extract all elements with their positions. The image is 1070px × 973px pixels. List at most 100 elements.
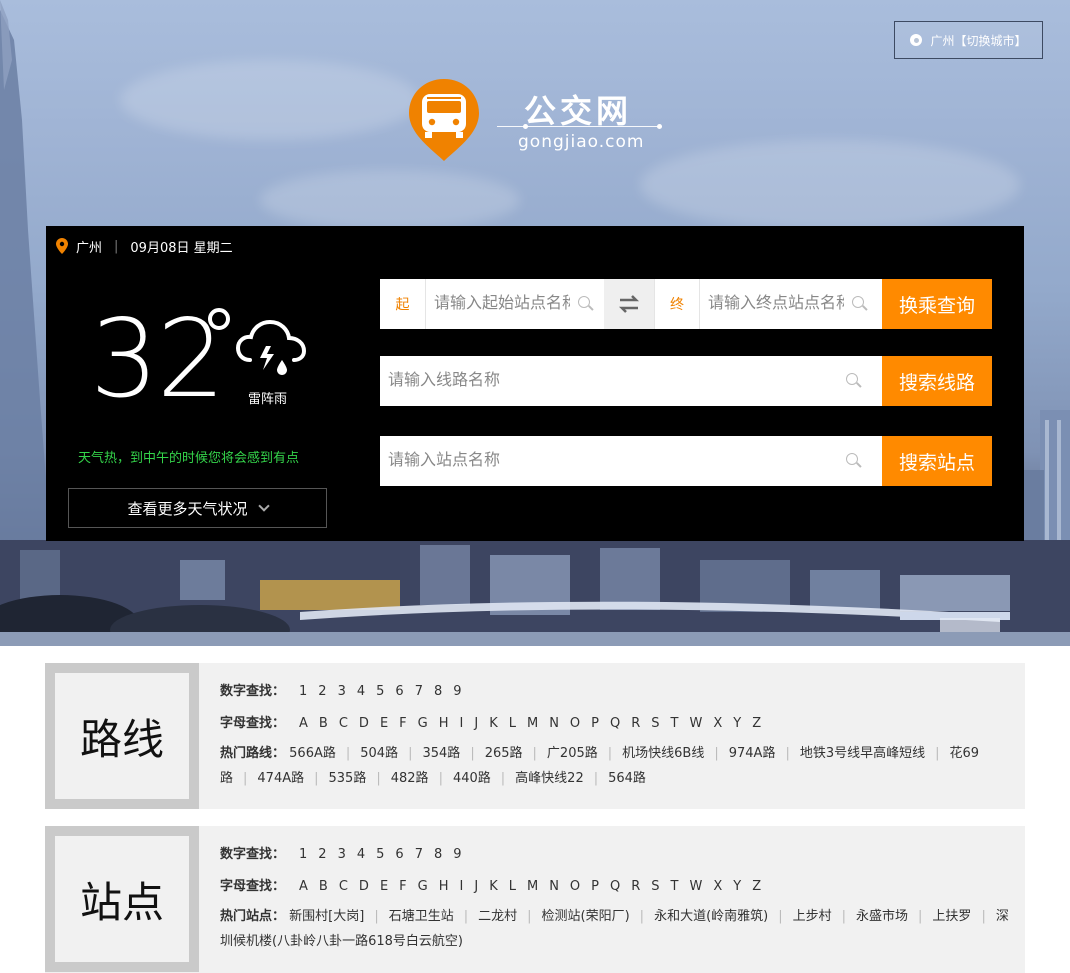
digit-link[interactable]: 2: [318, 684, 326, 699]
letter-link[interactable]: M: [527, 879, 538, 894]
current-date: 09月08日 星期二: [130, 240, 233, 256]
hot-route-link[interactable]: 265路: [485, 746, 523, 761]
digit-link[interactable]: 4: [357, 847, 365, 862]
digit-link[interactable]: 5: [376, 684, 384, 699]
digit-link[interactable]: 2: [318, 847, 326, 862]
letter-link[interactable]: Q: [610, 716, 620, 731]
digit-link[interactable]: 7: [415, 684, 423, 699]
letter-link[interactable]: E: [380, 879, 388, 894]
hot-stop-link[interactable]: 检测站(荣阳厂): [542, 909, 630, 924]
digit-link[interactable]: 3: [338, 684, 346, 699]
hot-stop-link[interactable]: 石塘卫生站: [389, 909, 454, 924]
hot-stop-link[interactable]: 新围村[大岗]: [289, 909, 364, 924]
letter-link[interactable]: K: [489, 879, 498, 894]
letter-link[interactable]: L: [509, 716, 516, 731]
digit-link[interactable]: 8: [434, 847, 442, 862]
letter-link[interactable]: Y: [733, 716, 741, 731]
digit-link[interactable]: 8: [434, 684, 442, 699]
letter-link[interactable]: G: [418, 879, 428, 894]
letter-link[interactable]: J: [474, 879, 478, 894]
digit-link[interactable]: 4: [357, 684, 365, 699]
hot-route-link[interactable]: 474A路: [257, 771, 304, 786]
hot-route-link[interactable]: 广205路: [547, 746, 598, 761]
transfer-search-button[interactable]: 换乘查询: [882, 279, 992, 329]
hot-stop-link[interactable]: 上步村: [793, 909, 832, 924]
letter-link[interactable]: C: [339, 716, 348, 731]
hot-route-link[interactable]: 354路: [422, 746, 460, 761]
letter-link[interactable]: E: [380, 716, 388, 731]
swap-arrows-icon: [618, 295, 640, 313]
letter-link[interactable]: I: [460, 716, 464, 731]
letter-link[interactable]: T: [671, 716, 679, 731]
letter-link[interactable]: N: [549, 879, 559, 894]
hot-route-link[interactable]: 482路: [391, 771, 429, 786]
letter-link[interactable]: B: [319, 716, 328, 731]
letter-link[interactable]: A: [299, 879, 308, 894]
end-stop-input[interactable]: [700, 279, 852, 329]
letter-link[interactable]: J: [474, 716, 478, 731]
letter-link[interactable]: X: [713, 879, 722, 894]
letter-link[interactable]: B: [319, 879, 328, 894]
hot-route-link[interactable]: 535路: [329, 771, 367, 786]
letter-link[interactable]: W: [690, 716, 703, 731]
letter-link[interactable]: Q: [610, 879, 620, 894]
letter-link[interactable]: R: [631, 879, 640, 894]
more-weather-button[interactable]: 查看更多天气状况: [68, 488, 327, 528]
letter-link[interactable]: T: [671, 879, 679, 894]
letter-link[interactable]: L: [509, 879, 516, 894]
letter-link[interactable]: H: [439, 716, 449, 731]
digit-link[interactable]: 3: [338, 847, 346, 862]
letter-link[interactable]: K: [489, 716, 498, 731]
letter-link[interactable]: D: [359, 716, 369, 731]
letter-link[interactable]: I: [460, 879, 464, 894]
hot-route-link[interactable]: 地铁3号线早高峰短线: [800, 746, 925, 761]
letter-link[interactable]: Z: [752, 716, 761, 731]
letter-link[interactable]: M: [527, 716, 538, 731]
letter-link[interactable]: G: [418, 716, 428, 731]
letter-link[interactable]: O: [570, 716, 580, 731]
letter-link[interactable]: F: [399, 879, 406, 894]
letter-link[interactable]: S: [651, 879, 659, 894]
hot-route-link[interactable]: 机场快线6B线: [622, 746, 704, 761]
line-search-input[interactable]: [380, 356, 846, 406]
hot-route-link[interactable]: 566A路: [289, 746, 336, 761]
hot-route-link[interactable]: 974A路: [729, 746, 776, 761]
letter-link[interactable]: P: [591, 716, 599, 731]
hot-stop-link[interactable]: 二龙村: [478, 909, 517, 924]
letter-link[interactable]: W: [690, 879, 703, 894]
hot-route-link[interactable]: 高峰快线22: [515, 771, 584, 786]
letter-link[interactable]: F: [399, 716, 406, 731]
digit-link[interactable]: 1: [299, 847, 307, 862]
digit-link[interactable]: 6: [395, 847, 403, 862]
letter-link[interactable]: N: [549, 716, 559, 731]
digit-link[interactable]: 1: [299, 684, 307, 699]
digit-link[interactable]: 6: [395, 684, 403, 699]
hot-stop-link[interactable]: 永和大道(岭南雅筑): [654, 909, 768, 924]
stop-search-button[interactable]: 搜索站点: [882, 436, 992, 486]
letter-link[interactable]: S: [651, 716, 659, 731]
stop-search-input[interactable]: [380, 436, 846, 486]
digit-link[interactable]: 7: [415, 847, 423, 862]
start-stop-input[interactable]: [426, 279, 578, 329]
letter-link[interactable]: P: [591, 879, 599, 894]
letter-link[interactable]: C: [339, 879, 348, 894]
letter-link[interactable]: X: [713, 716, 722, 731]
letter-link[interactable]: Y: [733, 879, 741, 894]
city-switch-button[interactable]: 广州【切换城市】: [894, 21, 1043, 59]
line-search-button[interactable]: 搜索线路: [882, 356, 992, 406]
letter-link[interactable]: O: [570, 879, 580, 894]
letter-link[interactable]: H: [439, 879, 449, 894]
letter-link[interactable]: Z: [752, 879, 761, 894]
digit-link[interactable]: 5: [376, 847, 384, 862]
swap-button[interactable]: [604, 279, 654, 329]
digit-link[interactable]: 9: [453, 847, 461, 862]
hot-stop-link[interactable]: 永盛市场: [856, 909, 908, 924]
letter-link[interactable]: A: [299, 716, 308, 731]
hot-route-link[interactable]: 440路: [453, 771, 491, 786]
letter-link[interactable]: D: [359, 879, 369, 894]
letter-link[interactable]: R: [631, 716, 640, 731]
hot-stop-link[interactable]: 上扶罗: [932, 909, 971, 924]
hot-route-link[interactable]: 564路: [608, 771, 646, 786]
digit-link[interactable]: 9: [453, 684, 461, 699]
hot-route-link[interactable]: 504路: [360, 746, 398, 761]
